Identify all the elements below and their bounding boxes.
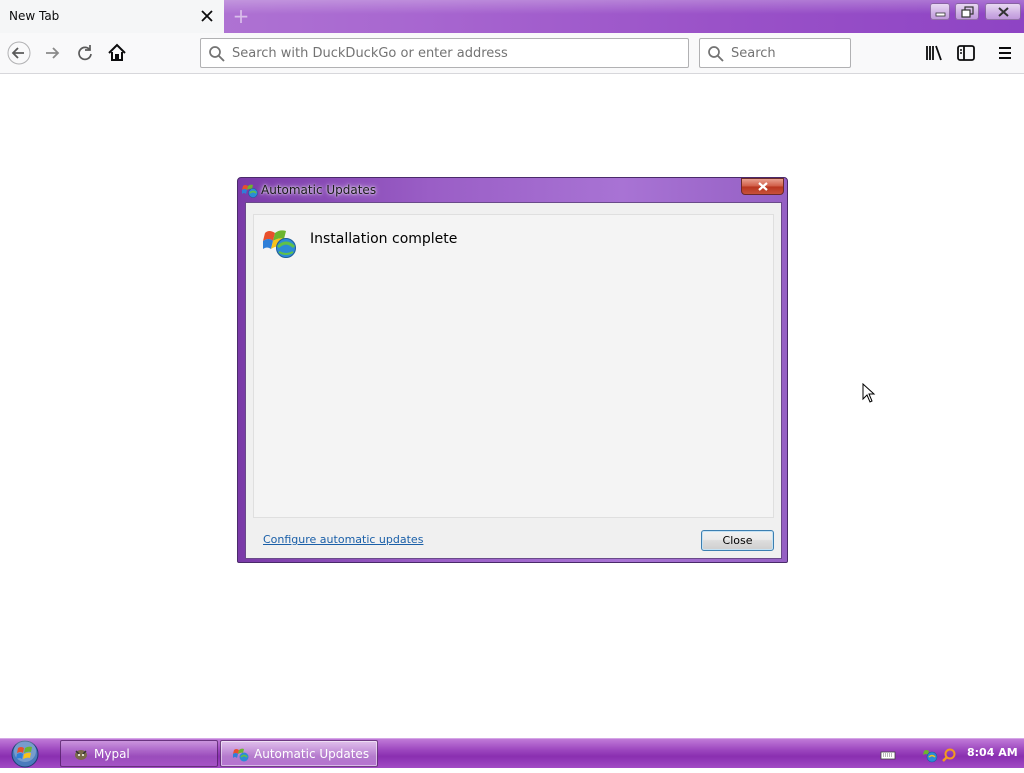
search-icon[interactable] [941, 747, 957, 763]
keyboard-icon[interactable] [880, 747, 896, 763]
search-bar-placeholder: Search [731, 46, 776, 61]
search-bar[interactable]: Search [699, 38, 851, 68]
mypal-icon [73, 746, 89, 762]
window-close-button[interactable] [985, 3, 1021, 20]
taskbar-item-label: Automatic Updates [254, 747, 370, 761]
dialog-content-panel: Installation complete [253, 214, 774, 518]
windows-update-icon [233, 746, 249, 762]
dialog-titlebar[interactable]: Automatic Updates [238, 178, 787, 203]
address-bar-placeholder: Search with DuckDuckGo or enter address [232, 46, 508, 61]
window-minimize-button[interactable] [930, 3, 950, 20]
library-icon[interactable] [922, 41, 946, 65]
mouse-cursor-icon [862, 382, 876, 403]
tab-title: New Tab [9, 9, 60, 23]
taskbar-item-label: Mypal [94, 747, 130, 761]
taskbar: Mypal Automatic Updates 8:04 AM [0, 738, 1024, 768]
taskbar-item-automatic-updates[interactable]: Automatic Updates [220, 740, 378, 767]
dialog-title: Automatic Updates [261, 183, 377, 197]
automatic-updates-dialog: Automatic Updates Installation complete … [237, 177, 788, 563]
dialog-body: Installation complete Configure automati… [245, 202, 782, 559]
tab-close-icon[interactable] [199, 8, 215, 24]
tab-strip: New Tab + [0, 0, 1024, 33]
forward-icon[interactable] [41, 41, 65, 65]
navigation-toolbar: Search with DuckDuckGo or enter address … [0, 33, 1024, 74]
sidebar-icon[interactable] [954, 41, 978, 65]
search-icon [208, 45, 225, 62]
home-icon[interactable] [105, 41, 129, 65]
dialog-close-x-button[interactable] [741, 178, 784, 195]
start-button[interactable] [7, 739, 43, 769]
dialog-heading: Installation complete [310, 231, 458, 247]
menu-icon[interactable] [993, 41, 1017, 65]
address-bar[interactable]: Search with DuckDuckGo or enter address [200, 38, 689, 68]
window-restore-button[interactable] [955, 3, 979, 20]
windows-update-icon [263, 225, 297, 259]
close-button[interactable]: Close [701, 530, 774, 551]
reload-icon[interactable] [73, 41, 97, 65]
network-icon[interactable] [922, 747, 938, 763]
tab-new-tab[interactable]: New Tab [0, 0, 224, 33]
configure-updates-link[interactable]: Configure automatic updates [263, 533, 423, 546]
taskbar-item-mypal[interactable]: Mypal [60, 740, 218, 767]
taskbar-clock[interactable]: 8:04 AM [967, 746, 1018, 759]
windows-update-icon [242, 182, 258, 198]
new-tab-plus-icon[interactable]: + [231, 6, 251, 27]
search-icon [707, 45, 724, 62]
back-icon[interactable] [7, 41, 31, 65]
